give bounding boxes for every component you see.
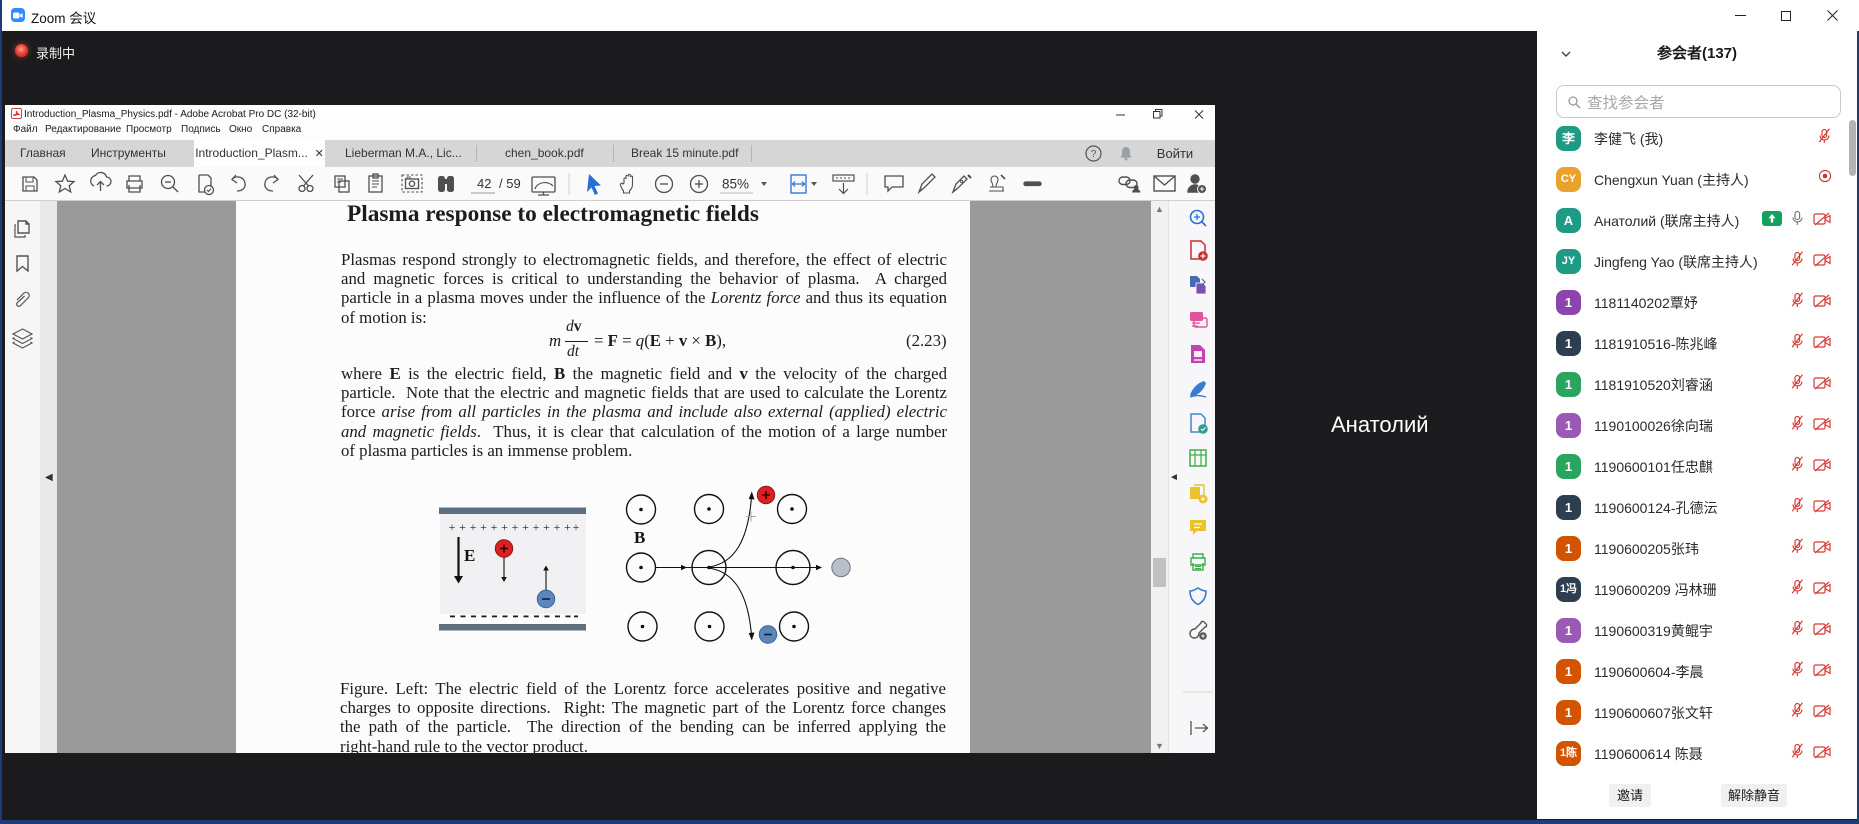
- svg-text:+: +: [533, 520, 540, 534]
- svg-text:B: B: [634, 528, 645, 547]
- svg-text:+: +: [573, 520, 580, 534]
- svg-text:+: +: [554, 520, 561, 534]
- svg-text:+: +: [512, 520, 519, 534]
- svg-text:+: +: [543, 520, 550, 534]
- svg-text:85%: 85%: [722, 177, 749, 192]
- svg-text:+: +: [491, 520, 498, 534]
- svg-text:+: +: [501, 520, 508, 534]
- svg-text:+: +: [522, 520, 529, 534]
- svg-text:/ 59: / 59: [499, 176, 521, 191]
- svg-text:+: +: [449, 520, 456, 534]
- svg-text:E: E: [464, 546, 475, 565]
- svg-text:+: +: [480, 520, 487, 534]
- svg-text:+: +: [470, 520, 477, 534]
- svg-text:?: ?: [1091, 149, 1097, 160]
- svg-text:+: +: [564, 520, 571, 534]
- svg-text:+: +: [459, 520, 466, 534]
- svg-text:42: 42: [477, 176, 491, 191]
